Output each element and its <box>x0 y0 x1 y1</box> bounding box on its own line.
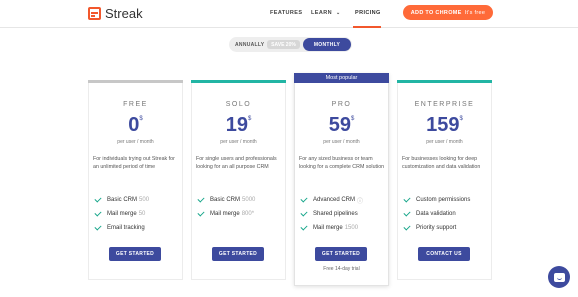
plan-card-free: FREE 0$ per user / month For individuals… <box>88 80 183 280</box>
price-currency: $ <box>459 116 463 122</box>
feature-note: 500 <box>139 197 150 203</box>
check-icon <box>403 209 411 217</box>
price-currency: $ <box>139 116 143 122</box>
top-navigation-bar: Streak FEATURES LEARN ⌄ PRICING ADD TO CH… <box>0 0 578 28</box>
check-icon <box>403 195 411 203</box>
feature-item: Advanced CRM ⓘ <box>299 193 387 207</box>
price-currency: $ <box>350 116 355 122</box>
feature-label: Custom permissions <box>416 197 471 203</box>
feature-item: Mail merge 800* <box>196 207 284 221</box>
check-icon <box>197 209 205 217</box>
check-icon <box>197 195 205 203</box>
contact-us-button[interactable]: CONTACT US <box>418 247 470 261</box>
nav-learn[interactable]: LEARN ⌄ <box>311 10 341 16</box>
plan-price: 159$ <box>398 114 491 137</box>
plan-description: For single users and professionals looki… <box>196 156 277 170</box>
save-badge: SAVE 20% <box>267 40 300 49</box>
chevron-down-icon: ⌄ <box>335 10 341 16</box>
check-icon <box>300 195 308 203</box>
feature-item: Data validation <box>402 207 490 221</box>
feature-item: Mail merge 1500 <box>299 221 387 235</box>
feature-label: Shared pipelines <box>313 211 358 217</box>
price-amount: 59 <box>328 114 351 136</box>
plan-card-pro: Most popular PRO 59$ per user / month Fo… <box>294 73 389 286</box>
feature-label: Mail merge <box>107 211 137 217</box>
check-icon <box>94 209 102 217</box>
cta-label: ADD TO CHROME <box>410 9 462 16</box>
feature-label: Priority support <box>416 225 457 231</box>
feature-note: 50 <box>138 211 146 217</box>
feature-item: Basic CRM 500 <box>93 193 181 207</box>
check-icon <box>300 209 308 217</box>
feature-label: Mail merge <box>210 211 240 217</box>
feature-item: Mail merge 50 <box>93 207 181 221</box>
plan-features: Basic CRM 5000 Mail merge 800* <box>196 193 284 221</box>
chat-launcher-button[interactable] <box>548 266 570 288</box>
nav-active-indicator <box>353 26 381 28</box>
nav-features[interactable]: FEATURES <box>270 10 302 16</box>
check-icon <box>300 223 308 231</box>
trial-note: Free 14-day trial <box>323 266 360 272</box>
plan-features: Advanced CRM ⓘ Shared pipelines Mail merg… <box>299 193 387 235</box>
get-started-button-solo[interactable]: GET STARTED <box>212 247 264 261</box>
price-period: per user / month <box>117 139 154 145</box>
feature-note: 1500 <box>344 225 359 231</box>
streak-logo-icon <box>88 7 101 20</box>
plan-features: Custom permissions Data validation Prior… <box>402 193 490 235</box>
plan-features: Basic CRM 500 Mail merge 50 Email tracking <box>93 193 181 235</box>
price-period: per user / month <box>323 139 360 145</box>
nav-pricing[interactable]: PRICING <box>355 10 381 16</box>
plan-tier: FREE <box>123 101 148 108</box>
check-icon <box>403 223 411 231</box>
feature-item: Priority support <box>402 221 490 235</box>
feature-label: Mail merge <box>313 225 343 231</box>
streak-logo[interactable]: Streak <box>88 6 143 21</box>
plan-description: For individuals trying out Streak for an… <box>93 156 175 170</box>
feature-item: Email tracking <box>93 221 181 235</box>
add-to-chrome-button[interactable]: ADD TO CHROME It's free <box>403 5 493 20</box>
plan-accent-bar <box>397 80 492 83</box>
price-amount: 0 <box>128 114 140 136</box>
plan-price: 0$ <box>89 114 182 137</box>
check-icon <box>94 223 102 231</box>
feature-item: Basic CRM 5000 <box>196 193 284 207</box>
chat-icon <box>553 272 565 282</box>
plan-price: 19$ <box>192 114 285 137</box>
feature-label: Data validation <box>416 211 456 217</box>
plan-tier: SOLO <box>225 101 252 108</box>
price-period: per user / month <box>426 139 463 145</box>
feature-label: Basic CRM <box>107 197 138 203</box>
plan-accent-bar <box>191 80 286 83</box>
price-amount: 19 <box>225 114 248 136</box>
price-currency: $ <box>247 116 252 122</box>
info-icon[interactable]: ⓘ <box>357 196 363 205</box>
plan-price: 59$ <box>295 114 388 137</box>
feature-item: Shared pipelines <box>299 207 387 221</box>
feature-note: 5000 <box>242 197 256 203</box>
billing-period-toggle[interactable]: ANNUALLY SAVE 20% MONTHLY <box>229 37 352 52</box>
plan-card-enterprise: ENTERPRISE 159$ per user / month For bus… <box>397 80 492 280</box>
cta-suffix: It's free <box>464 9 486 16</box>
get-started-button-pro[interactable]: GET STARTED <box>315 247 367 261</box>
feature-label: Basic CRM <box>210 197 241 203</box>
plan-tier: ENTERPRISE <box>414 101 475 108</box>
most-popular-badge: Most popular <box>294 73 389 83</box>
feature-item: Custom permissions <box>402 193 490 207</box>
feature-label: Email tracking <box>107 225 145 231</box>
plan-accent-bar <box>88 80 183 83</box>
plan-tier: PRO <box>331 101 352 108</box>
feature-label: Advanced CRM <box>313 197 356 203</box>
toggle-monthly[interactable]: MONTHLY <box>303 38 351 51</box>
logo-text: Streak <box>105 6 143 21</box>
nav-learn-label: LEARN <box>311 10 332 16</box>
plan-card-solo: SOLO 19$ per user / month For single use… <box>191 80 286 280</box>
feature-note: 800* <box>241 211 255 217</box>
check-icon <box>94 195 102 203</box>
plan-description: For businesses looking for deep customiz… <box>402 156 481 170</box>
plan-description: For any sized business or team looking f… <box>299 156 385 170</box>
toggle-annually[interactable]: ANNUALLY <box>235 42 264 48</box>
price-amount: 159 <box>426 114 460 136</box>
get-started-button-free[interactable]: GET STARTED <box>109 247 161 261</box>
price-period: per user / month <box>220 139 257 145</box>
